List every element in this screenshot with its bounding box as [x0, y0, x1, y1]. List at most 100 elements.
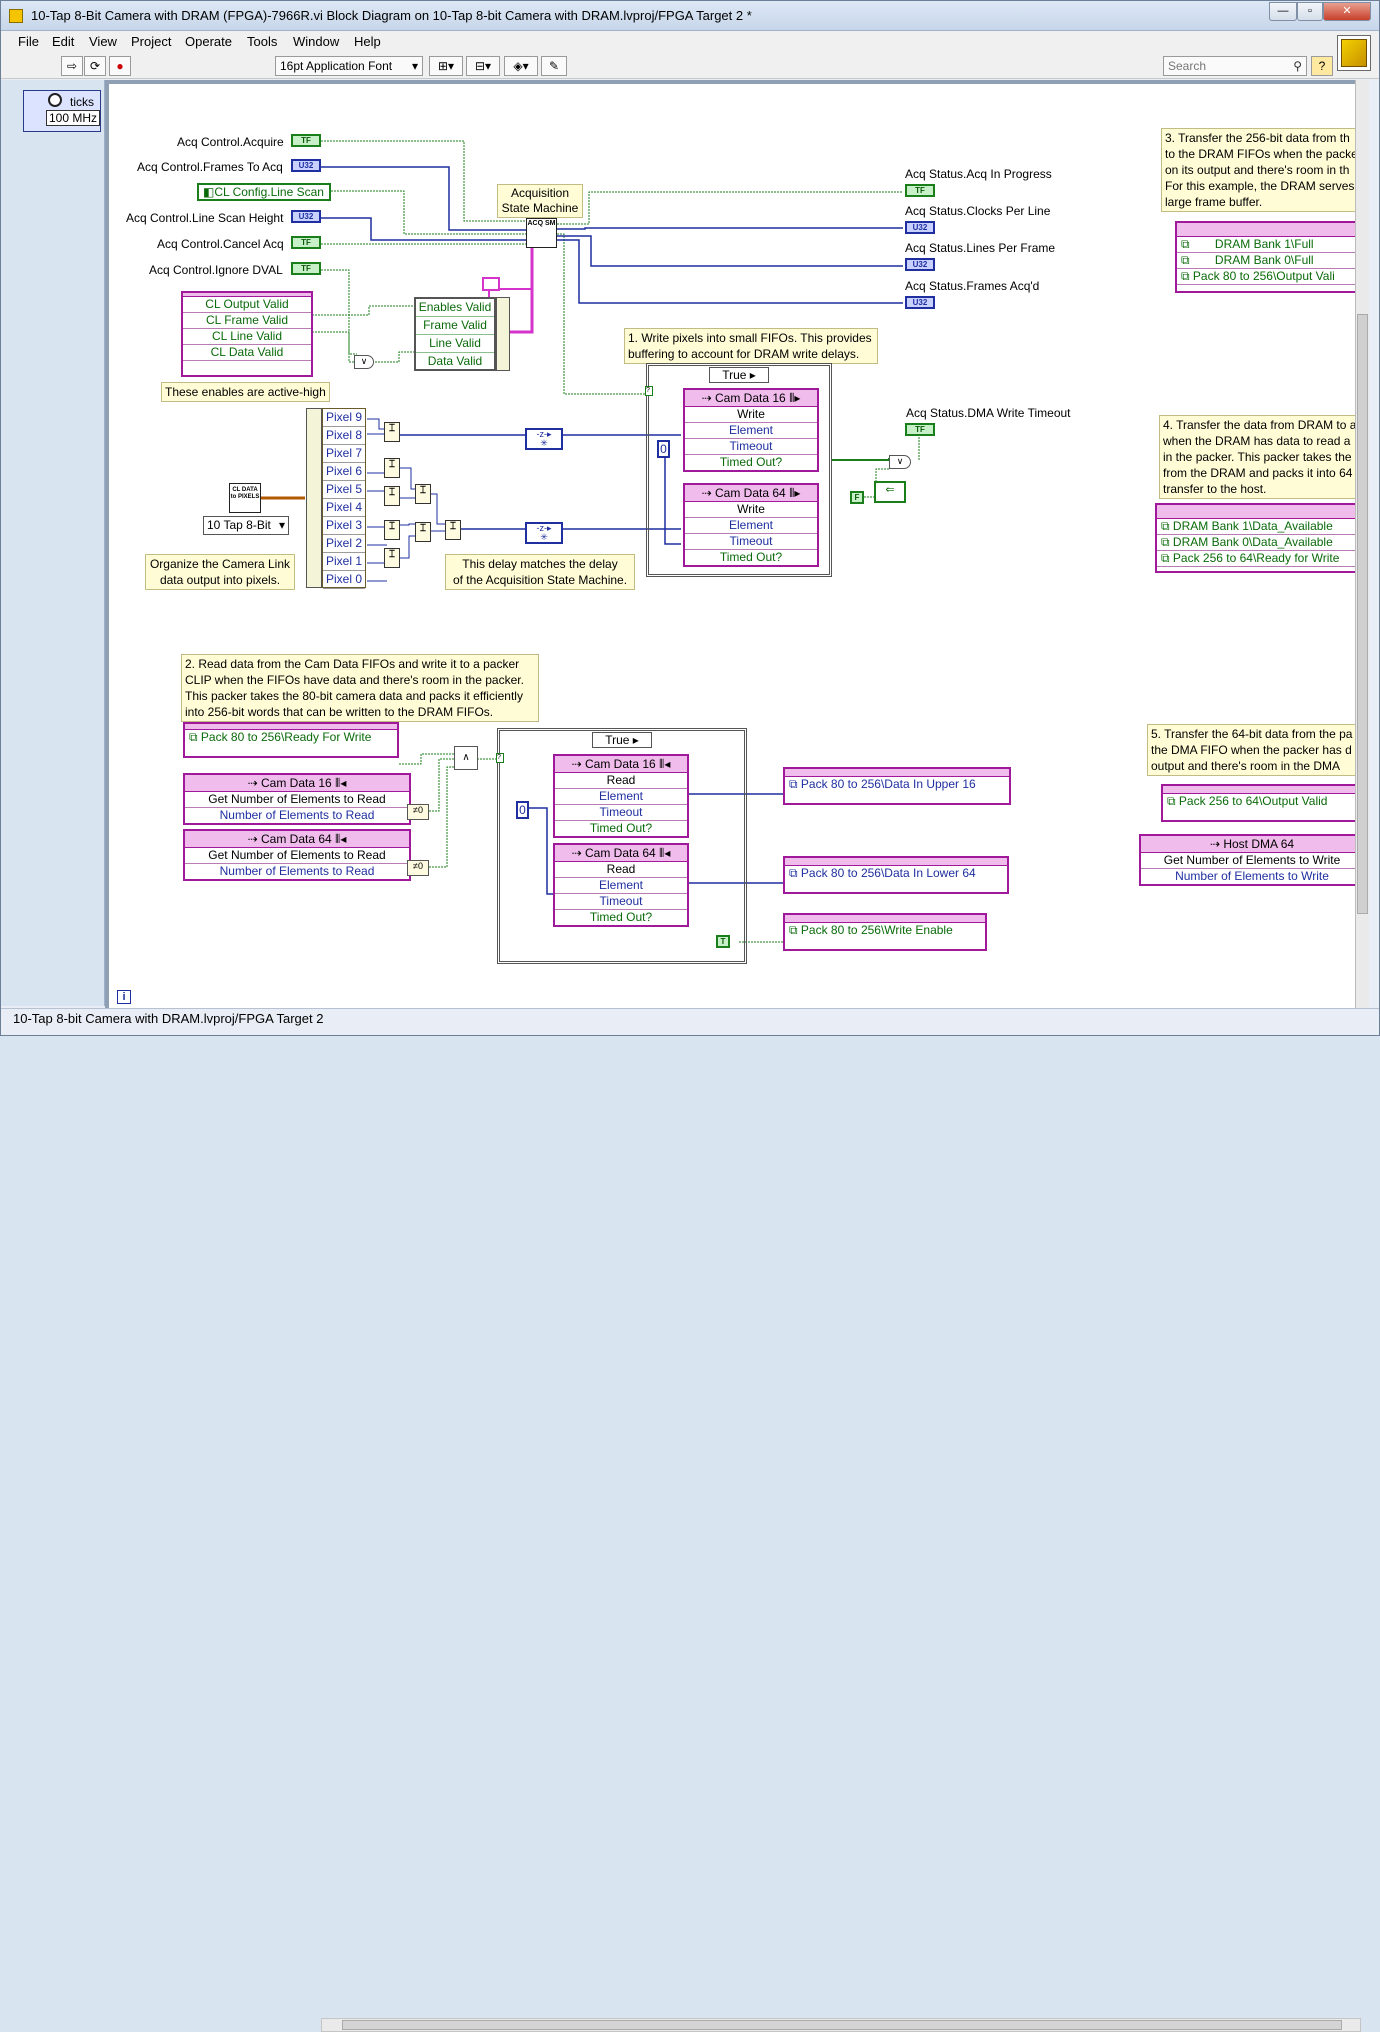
- cam-data-16-read[interactable]: ⇢ Cam Data 16 ⦀◂ Read Element Timeout Ti…: [553, 754, 689, 838]
- run-arrow-icon[interactable]: ⇨: [61, 56, 83, 76]
- cl-data-valid: CL Data Valid: [183, 345, 311, 361]
- acq-control-cancel-terminal[interactable]: TF: [291, 236, 321, 249]
- read-case-structure[interactable]: True ▸ ? ⇢ Cam Data 16 ⦀◂ Read Element T…: [496, 728, 747, 964]
- cam-data-16-get-num[interactable]: ⇢ Cam Data 16 ⦀◂ Get Number of Elements …: [183, 773, 411, 825]
- abort-icon[interactable]: ●: [109, 56, 131, 76]
- dram-full-node[interactable]: ⧉ DRAM Bank 1\Full ⧉ DRAM Bank 0\Full ⧉ …: [1175, 221, 1355, 293]
- menu-project[interactable]: Project: [131, 34, 171, 49]
- run-continuously-icon[interactable]: ⟳: [84, 56, 106, 76]
- pack-data-upper-16-node[interactable]: ⧉ Pack 80 to 256\Data In Upper 16: [783, 767, 1011, 805]
- cl-valid-property-node[interactable]: CL Output Valid CL Frame Valid CL Line V…: [181, 291, 313, 377]
- acq-control-acquire-terminal[interactable]: TF: [291, 134, 321, 147]
- menu-window[interactable]: Window: [293, 34, 339, 49]
- cam-data-16-write-header: ⇢ Cam Data 16 ⦀▸: [685, 390, 817, 407]
- menu-file[interactable]: File: [18, 34, 39, 49]
- true-constant[interactable]: T: [716, 935, 730, 948]
- minimize-button[interactable]: —: [1269, 2, 1297, 21]
- and-gate-icon[interactable]: ∧: [454, 746, 478, 770]
- join-numbers-icon[interactable]: ⌶: [384, 458, 400, 478]
- cam-data-64-get-num[interactable]: ⇢ Cam Data 64 ⦀◂ Get Number of Elements …: [183, 829, 411, 881]
- join-numbers-icon[interactable]: ⌶: [415, 484, 431, 504]
- font-select[interactable]: 16pt Application Font ▾: [275, 56, 423, 76]
- horizontal-scrollbar[interactable]: [321, 2018, 1361, 2032]
- join-numbers-icon[interactable]: ⌶: [384, 520, 400, 540]
- cam-data-16-write[interactable]: ⇢ Cam Data 16 ⦀▸ Write Element Timeout T…: [683, 388, 819, 472]
- acq-status-lines-terminal[interactable]: U32: [905, 258, 935, 271]
- feedback-node-icon[interactable]: ⇐: [874, 481, 906, 503]
- case-selector-terminal: ?: [496, 753, 504, 763]
- pixel-5: Pixel 5: [323, 481, 365, 499]
- clip-icon: ⧉: [1161, 551, 1173, 565]
- distribute-objects-icon[interactable]: ⊟▾: [466, 56, 500, 76]
- cam-data-64-read[interactable]: ⇢ Cam Data 64 ⦀◂ Read Element Timeout Ti…: [553, 843, 689, 927]
- loop-timer-node[interactable]: ticks 100 MHz: [23, 90, 101, 132]
- dram-available-node[interactable]: ⧉ DRAM Bank 1\Data_Available ⧉ DRAM Bank…: [1155, 503, 1355, 573]
- pack-ready-for-write-node[interactable]: ⧉ Pack 80 to 256\Ready For Write: [183, 722, 399, 758]
- unbundle-icon[interactable]: [306, 408, 322, 588]
- cleanup-diagram-icon[interactable]: ✎: [541, 56, 567, 76]
- acq-status-clocks-terminal[interactable]: U32: [905, 221, 935, 234]
- or-gate-icon[interactable]: ∨: [889, 455, 911, 469]
- feedback-delay-icon[interactable]: -z-▸ ✳: [525, 522, 563, 544]
- pack-write-enable-node[interactable]: ⧉ Pack 80 to 256\Write Enable: [783, 913, 987, 951]
- bundle-icon[interactable]: [496, 297, 510, 371]
- horizontal-scroll-thumb[interactable]: [342, 2020, 1342, 2030]
- help-button[interactable]: ?: [1311, 56, 1333, 76]
- maximize-button[interactable]: ▫: [1297, 2, 1323, 21]
- join-numbers-icon[interactable]: ⌶: [384, 548, 400, 568]
- case-selector-terminal: ?: [645, 386, 653, 396]
- or-gate-icon[interactable]: ∨: [354, 355, 374, 369]
- join-numbers-icon[interactable]: ⌶: [384, 422, 400, 442]
- write-case-structure[interactable]: True ▸ ? ⇢ Cam Data 16 ⦀▸ Write Element …: [645, 363, 832, 577]
- pixel-unbundle[interactable]: Pixel 9 Pixel 8 Pixel 7 Pixel 6 Pixel 5 …: [322, 408, 366, 589]
- tap-mode-ring[interactable]: 10 Tap 8-Bit ▾: [203, 516, 289, 535]
- menu-edit[interactable]: Edit: [52, 34, 74, 49]
- acq-control-line-scan-terminal[interactable]: U32: [291, 210, 321, 223]
- false-constant[interactable]: F: [850, 491, 864, 504]
- join-numbers-icon[interactable]: ⌶: [415, 522, 431, 542]
- menu-tools[interactable]: Tools: [247, 34, 277, 49]
- feedback-delay-icon[interactable]: -z-▸ ✳: [525, 428, 563, 450]
- cam-data-64-write[interactable]: ⇢ Cam Data 64 ⦀▸ Write Element Timeout T…: [683, 483, 819, 567]
- search-input[interactable]: Search ⚲: [1163, 56, 1307, 76]
- menu-help[interactable]: Help: [354, 34, 381, 49]
- vi-icon[interactable]: [1337, 35, 1371, 71]
- reorder-icon[interactable]: ◈▾: [504, 56, 538, 76]
- join-numbers-icon[interactable]: ⌶: [445, 520, 461, 540]
- acq-control-frames-terminal[interactable]: U32: [291, 159, 321, 172]
- vertical-scroll-thumb[interactable]: [1357, 314, 1368, 914]
- pack-data-lower-64-node[interactable]: ⧉ Pack 80 to 256\Data In Lower 64: [783, 856, 1009, 894]
- info-icon[interactable]: i: [117, 990, 131, 1004]
- acq-control-ignore-dval-label: Acq Control.Ignore DVAL: [149, 263, 283, 277]
- vertical-scrollbar[interactable]: [1355, 80, 1369, 1008]
- acq-sm-subvi[interactable]: ACQ SM: [526, 218, 557, 248]
- menu-operate[interactable]: Operate: [185, 34, 232, 49]
- not-equal-zero-icon[interactable]: ≠0: [407, 860, 429, 876]
- enables-bundle[interactable]: Enables Valid Frame Valid Line Valid Dat…: [414, 297, 496, 371]
- align-objects-icon[interactable]: ⊞▾: [429, 56, 463, 76]
- cl-data-to-pixels-subvi[interactable]: CL DATA to PIXELS: [229, 483, 261, 513]
- menu-view[interactable]: View: [89, 34, 117, 49]
- acq-control-ignore-dval-terminal[interactable]: TF: [291, 262, 321, 275]
- case-selector[interactable]: True ▸: [709, 367, 769, 383]
- block-diagram-canvas[interactable]: Acq Control.Acquire TF Acq Control.Frame…: [105, 80, 1355, 1008]
- cluster-constant-icon[interactable]: [482, 277, 500, 291]
- cl-config-line-scan-node[interactable]: ◧CL Config.Line Scan: [197, 183, 331, 201]
- cam-data-16-get-name: Cam Data 16: [261, 776, 332, 790]
- acq-status-dma-timeout-terminal[interactable]: TF: [905, 423, 935, 436]
- not-equal-zero-icon[interactable]: ≠0: [407, 804, 429, 820]
- host-dma-get-num-node[interactable]: ⇢ Host DMA 64 Get Number of Elements to …: [1139, 834, 1355, 886]
- timeout-constant[interactable]: 0: [516, 801, 529, 819]
- cl-output-valid: CL Output Valid: [183, 297, 311, 313]
- cam-data-16-get-header: ⇢ Cam Data 16 ⦀◂: [185, 775, 409, 792]
- join-numbers-icon[interactable]: ⌶: [384, 486, 400, 506]
- case-selector[interactable]: True ▸: [592, 732, 652, 748]
- acq-status-dma-timeout-label: Acq Status.DMA Write Timeout: [906, 406, 1071, 420]
- timeout-constant[interactable]: 0: [657, 440, 670, 458]
- acq-status-frames-terminal[interactable]: U32: [905, 296, 935, 309]
- close-button[interactable]: ✕: [1323, 2, 1371, 21]
- acq-status-in-progress-terminal[interactable]: TF: [905, 184, 935, 197]
- pack64-output-valid-node[interactable]: ⧉ Pack 256 to 64\Output Valid: [1161, 784, 1355, 822]
- pixel-6: Pixel 6: [323, 463, 365, 481]
- fifo-icon: ⇢: [701, 486, 712, 500]
